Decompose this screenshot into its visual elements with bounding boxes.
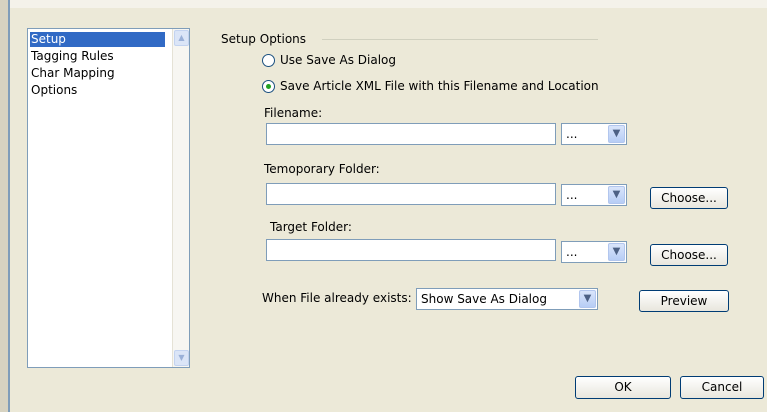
temporary-folder-label: Temoporary Folder: [264, 162, 380, 176]
target-folder-dropdown[interactable]: ... ▼ [561, 241, 627, 263]
temporary-folder-input[interactable] [266, 183, 556, 205]
chevron-down-icon[interactable]: ▼ [608, 243, 625, 261]
group-divider [322, 39, 598, 40]
filename-dropdown-value: ... [566, 127, 578, 141]
filename-input[interactable] [266, 123, 556, 145]
chevron-down-icon[interactable]: ▼ [608, 125, 625, 143]
ok-button[interactable]: OK [575, 376, 671, 399]
sidebar-item-options[interactable]: Options [30, 83, 165, 98]
radio-use-save-as-dialog[interactable] [262, 54, 275, 67]
preview-button[interactable]: Preview [639, 290, 729, 312]
scroll-up-icon[interactable]: ▲ [174, 30, 189, 46]
file-exists-select-value: Show Save As Dialog [421, 292, 547, 306]
target-folder-dropdown-value: ... [566, 245, 578, 259]
target-folder-input[interactable] [266, 239, 556, 261]
radio-selected-dot-icon [266, 84, 271, 89]
sidebar-item-char-mapping[interactable]: Char Mapping [30, 66, 165, 81]
chevron-down-icon[interactable]: ▼ [608, 186, 625, 204]
radio-use-save-as-dialog-label: Use Save As Dialog [280, 53, 396, 67]
radio-save-article-xml-label: Save Article XML File with this Filename… [280, 79, 599, 93]
window-left-edge [0, 0, 8, 412]
choose-temporary-folder-button[interactable]: Choose... [650, 187, 728, 209]
radio-save-article-xml[interactable] [262, 80, 275, 93]
setup-options-label: Setup Options [221, 32, 307, 46]
sidebar-item-setup[interactable]: Setup [30, 32, 165, 47]
choose-target-folder-button[interactable]: Choose... [650, 244, 728, 266]
filename-dropdown[interactable]: ... ▼ [561, 123, 627, 145]
file-exists-select[interactable]: Show Save As Dialog ▼ [416, 288, 598, 310]
window-top-edge [0, 0, 767, 8]
filename-label: Filename: [264, 106, 323, 120]
list-scrollbar[interactable]: ▲ ▼ [172, 29, 189, 367]
temporary-folder-dropdown-value: ... [566, 188, 578, 202]
cancel-button[interactable]: Cancel [680, 376, 764, 399]
sidebar-item-tagging-rules[interactable]: Tagging Rules [30, 49, 165, 64]
target-folder-label: Target Folder: [270, 220, 352, 234]
file-exists-label: When File already exists: [262, 291, 412, 305]
window-left-border [8, 0, 10, 412]
scroll-down-icon[interactable]: ▼ [174, 350, 189, 366]
options-category-list[interactable]: Setup Tagging Rules Char Mapping Options… [27, 28, 190, 368]
temporary-folder-dropdown[interactable]: ... ▼ [561, 184, 627, 206]
chevron-down-icon[interactable]: ▼ [579, 290, 596, 308]
